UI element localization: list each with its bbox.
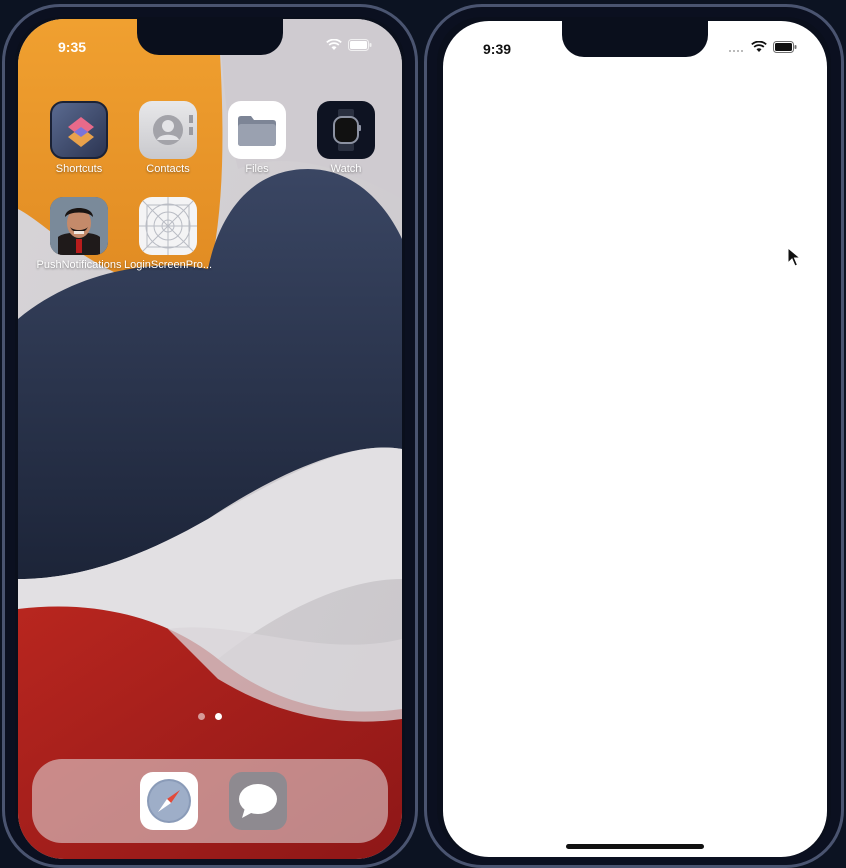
app-contacts[interactable]: Contacts	[123, 101, 213, 175]
push-notifications-icon	[50, 197, 108, 255]
app-push-notifications[interactable]: PushNotifications	[34, 197, 124, 271]
messages-icon[interactable]	[229, 772, 287, 830]
status-bar: 9:39	[443, 21, 827, 65]
watch-icon	[317, 101, 375, 159]
status-time: 9:35	[58, 39, 87, 55]
right-phone-screen: 9:39	[443, 21, 827, 857]
battery-icon	[348, 39, 372, 51]
status-bar: 9:35	[18, 19, 402, 63]
wifi-icon	[326, 39, 342, 51]
right-phone-frame: 9:39	[424, 4, 844, 868]
battery-icon	[773, 41, 797, 53]
status-icons	[326, 39, 372, 51]
left-phone-screen: 9:35 Shortcuts Contacts Files Watch Push…	[18, 19, 402, 859]
signal-icon	[729, 42, 745, 52]
shortcuts-icon	[50, 101, 108, 159]
status-time: 9:39	[483, 41, 512, 57]
dock	[32, 759, 388, 843]
page-indicator[interactable]	[18, 713, 402, 720]
app-label: LoginScreenPro...	[123, 259, 213, 271]
app-label: PushNotifications	[36, 259, 122, 271]
app-watch[interactable]: Watch	[301, 101, 391, 175]
page-dot-active[interactable]	[215, 713, 222, 720]
app-shortcuts[interactable]: Shortcuts	[34, 101, 124, 175]
page-dot[interactable]	[198, 713, 205, 720]
app-login-screen[interactable]: LoginScreenPro...	[123, 197, 213, 271]
app-label: Shortcuts	[55, 163, 103, 175]
files-icon	[228, 101, 286, 159]
app-label: Contacts	[146, 163, 190, 175]
login-screen-icon	[139, 197, 197, 255]
safari-icon[interactable]	[140, 772, 198, 830]
mouse-cursor-icon	[787, 246, 802, 272]
app-label: Files	[245, 163, 269, 175]
contacts-icon	[139, 101, 197, 159]
left-phone-frame: 9:35 Shortcuts Contacts Files Watch Push…	[2, 4, 418, 868]
simulator-stage: 9:35 Shortcuts Contacts Files Watch Push…	[0, 0, 846, 868]
wifi-icon	[751, 41, 767, 53]
home-indicator[interactable]	[566, 844, 704, 849]
app-label: Watch	[330, 163, 362, 175]
status-icons	[729, 41, 797, 53]
app-files[interactable]: Files	[212, 101, 302, 175]
